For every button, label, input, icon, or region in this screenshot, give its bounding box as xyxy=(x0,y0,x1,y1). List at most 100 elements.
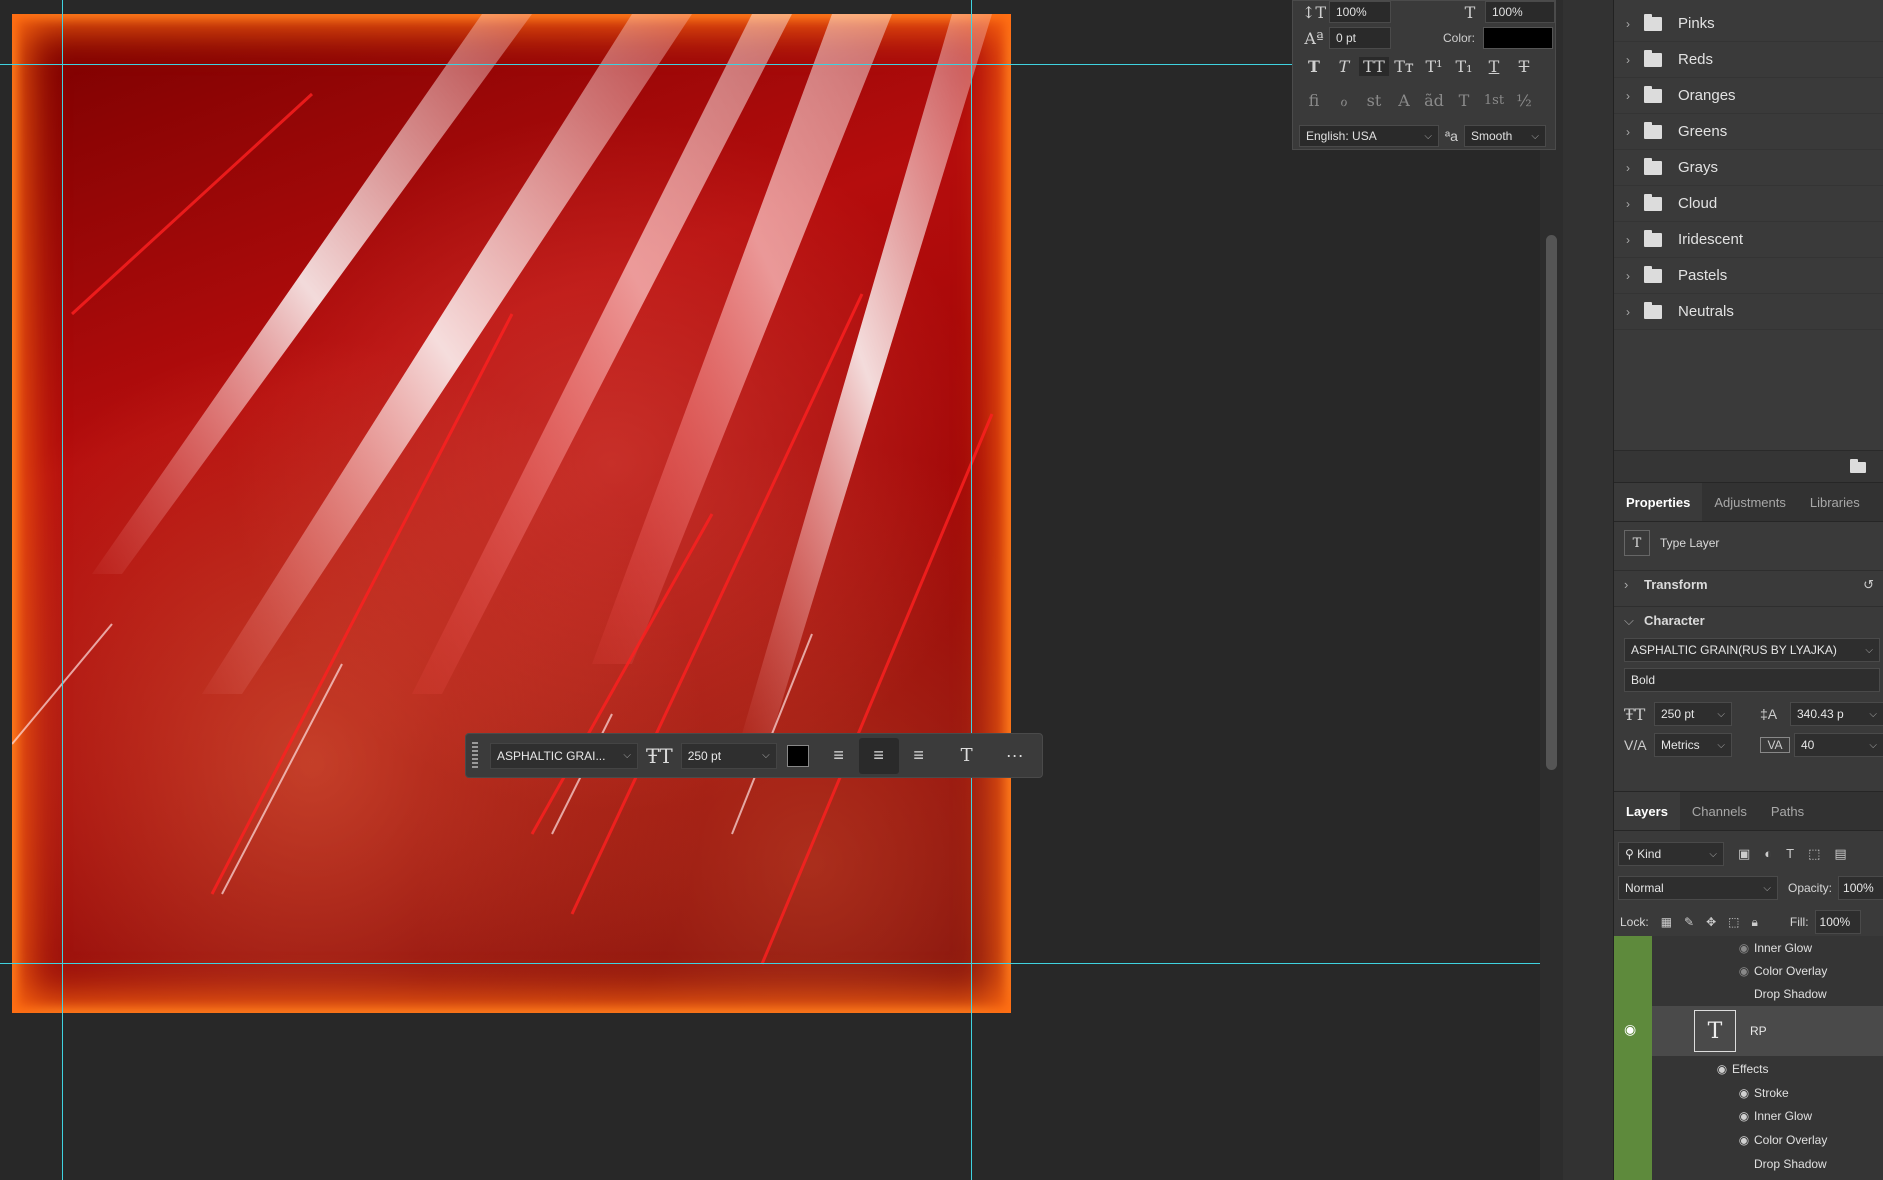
swatch-folder-pinks[interactable]: › Pinks xyxy=(1614,6,1883,42)
character-color-swatch[interactable] xyxy=(1483,27,1554,49)
character-section-header[interactable]: ⌵ Character xyxy=(1614,606,1883,634)
swatches-panel: › Pinks › Reds › Oranges › Greens › Grays › Cl… xyxy=(1614,6,1883,330)
tab-properties[interactable]: Properties xyxy=(1614,483,1703,521)
font-style-select[interactable]: Bold xyxy=(1624,668,1880,692)
small-caps-button[interactable]: Tт xyxy=(1389,57,1419,76)
eye-icon[interactable]: ◉ xyxy=(1734,1086,1754,1100)
new-folder-icon[interactable] xyxy=(1850,459,1866,473)
swatch-folder-pastels[interactable]: › Pastels xyxy=(1614,258,1883,294)
ordinals-button[interactable]: 1st xyxy=(1479,93,1509,108)
guide-vertical-right[interactable] xyxy=(971,0,972,1180)
contextual-task-bar: ASPHALTIC GRAI... ⌵ ŦT 250 pt ⌵ ≡ ≡ ≡ T … xyxy=(465,733,1043,778)
drag-handle[interactable] xyxy=(472,741,478,770)
lock-icons[interactable]: ▦✎✥⬚🔒︎ xyxy=(1661,915,1770,930)
eye-icon[interactable]: ◉ xyxy=(1734,941,1754,955)
swatch-folder-neutrals[interactable]: › Neutrals xyxy=(1614,294,1883,330)
discretionary-ligatures-button[interactable]: st xyxy=(1359,91,1389,110)
layer-effect-inner-glow-2[interactable]: ◉ Inner Glow xyxy=(1734,1104,1812,1128)
eye-icon[interactable]: ◉ xyxy=(1712,1062,1732,1076)
layer-filter-icons[interactable]: ▣◐T⬚▤ xyxy=(1738,846,1861,862)
guide-horizontal-bottom[interactable] xyxy=(0,963,1540,964)
layer-effect-drop-shadow-2[interactable]: Drop Shadow xyxy=(1754,1152,1827,1176)
artboard-image[interactable] xyxy=(12,14,1011,1013)
baseline-shift-field[interactable]: 0 pt xyxy=(1329,27,1391,49)
filter-kind-value: Kind xyxy=(1637,847,1662,861)
folder-icon xyxy=(1644,157,1662,175)
eye-icon[interactable]: ◉ xyxy=(1624,1021,1636,1038)
swatch-folder-iridescent[interactable]: › Iridescent xyxy=(1614,222,1883,258)
swash-button[interactable]: A xyxy=(1389,91,1419,110)
blend-mode-select[interactable]: Normal ⌵ xyxy=(1618,876,1778,900)
stylistic-alternates-button[interactable]: ãd xyxy=(1419,91,1449,110)
canvas-vertical-scrollbar[interactable] xyxy=(1540,0,1563,1180)
layer-filter-kind[interactable]: ⚲ Kind ⌵ xyxy=(1618,842,1724,866)
horizontal-scale-field[interactable]: 100% xyxy=(1485,1,1555,23)
font-size-select[interactable]: 250 pt ⌵ xyxy=(1654,702,1732,726)
type-layer-thumbnail[interactable]: T xyxy=(1694,1010,1736,1052)
more-options-button[interactable]: ··· xyxy=(995,738,1035,774)
superscript-button[interactable]: T¹ xyxy=(1419,57,1449,76)
layer-effects-group[interactable]: ◉ Effects xyxy=(1712,1057,1769,1081)
swatch-folder-greens[interactable]: › Greens xyxy=(1614,114,1883,150)
scrollbar-thumb[interactable] xyxy=(1546,235,1557,770)
layer-effect-color-overlay[interactable]: ◉ Color Overlay xyxy=(1734,959,1828,983)
kerning-select[interactable]: Metrics ⌵ xyxy=(1654,733,1732,757)
tab-libraries[interactable]: Libraries xyxy=(1798,483,1872,521)
layer-row-rp[interactable]: ◉ T RP xyxy=(1614,1006,1883,1056)
fill-field[interactable]: 100% xyxy=(1814,910,1861,934)
font-family-dropdown[interactable]: ASPHALTIC GRAI... ⌵ xyxy=(490,742,638,769)
search-icon: ⚲ xyxy=(1625,847,1638,861)
tracking-select[interactable]: 40 ⌵ xyxy=(1794,733,1883,757)
leading-icon: ‡A xyxy=(1760,706,1778,722)
tab-paths[interactable]: Paths xyxy=(1759,792,1816,830)
chevron-right-icon: › xyxy=(1626,232,1630,247)
vertical-scale-field[interactable]: 100% xyxy=(1329,1,1391,23)
swatch-folder-oranges[interactable]: › Oranges xyxy=(1614,78,1883,114)
language-dropdown[interactable]: English: USA ⌵ xyxy=(1299,125,1439,147)
document-canvas[interactable]: ASPHALTIC GRAI... ⌵ ŦT 250 pt ⌵ ≡ ≡ ≡ T … xyxy=(0,0,1540,1180)
swatch-folder-cloud[interactable]: › Cloud xyxy=(1614,186,1883,222)
layer-name[interactable]: RP xyxy=(1750,1024,1767,1038)
tab-adjustments[interactable]: Adjustments xyxy=(1702,483,1798,521)
align-left-button[interactable]: ≡ xyxy=(819,738,859,774)
align-right-button[interactable]: ≡ xyxy=(899,738,939,774)
chevron-down-icon: ⌵ xyxy=(1865,644,1873,656)
chevron-down-icon: ⌵ xyxy=(1869,739,1877,751)
ligatures-button[interactable]: ﬁ xyxy=(1299,91,1329,110)
align-center-button[interactable]: ≡ xyxy=(858,737,899,774)
text-options-button[interactable]: T xyxy=(947,738,987,774)
right-dock: › Pinks › Reds › Oranges › Greens › Grays › Cl… xyxy=(1613,0,1883,1180)
anti-alias-dropdown[interactable]: Smooth ⌵ xyxy=(1463,125,1546,147)
fractions-button[interactable]: ½ xyxy=(1509,91,1539,110)
faux-bold-button[interactable]: T xyxy=(1299,57,1329,76)
font-size-dropdown[interactable]: 250 pt ⌵ xyxy=(680,742,777,769)
reset-icon[interactable]: ↺ xyxy=(1863,577,1874,593)
layer-effect-color-overlay-2[interactable]: ◉ Color Overlay xyxy=(1734,1128,1828,1152)
font-family-select[interactable]: ASPHALTIC GRAIN(RUS BY LYAJKA) ⌵ xyxy=(1624,638,1880,662)
old-style-button[interactable]: ℴ xyxy=(1329,91,1359,110)
kerning-icon: V/A xyxy=(1624,737,1647,753)
subscript-button[interactable]: T₁ xyxy=(1449,57,1479,76)
all-caps-button[interactable]: TT xyxy=(1359,57,1389,76)
eye-icon[interactable]: ◉ xyxy=(1734,964,1754,978)
eye-icon[interactable]: ◉ xyxy=(1734,1133,1754,1147)
opacity-field[interactable]: 100% xyxy=(1838,876,1883,900)
guide-vertical-left[interactable] xyxy=(62,0,63,1180)
tab-channels[interactable]: Channels xyxy=(1680,792,1759,830)
text-color-swatch[interactable] xyxy=(786,744,809,767)
folder-icon xyxy=(1644,265,1662,283)
swatch-folder-grays[interactable]: › Grays xyxy=(1614,150,1883,186)
transform-section-header[interactable]: › Transform ↺ xyxy=(1614,570,1883,598)
swatch-folder-reds[interactable]: › Reds xyxy=(1614,42,1883,78)
strikethrough-button[interactable]: T xyxy=(1509,57,1539,76)
titling-alternates-button[interactable]: T xyxy=(1449,91,1479,110)
eye-icon[interactable]: ◉ xyxy=(1734,1109,1754,1123)
leading-select[interactable]: 340.43 p ⌵ xyxy=(1790,702,1883,726)
layer-effect-drop-shadow[interactable]: Drop Shadow xyxy=(1754,982,1827,1006)
faux-italic-button[interactable]: T xyxy=(1329,57,1359,76)
underline-button[interactable]: T xyxy=(1479,57,1509,76)
layer-effect-inner-glow[interactable]: ◉ Inner Glow xyxy=(1734,936,1812,960)
folder-icon xyxy=(1644,49,1662,67)
tab-layers[interactable]: Layers xyxy=(1614,792,1680,830)
layer-effect-stroke[interactable]: ◉ Stroke xyxy=(1734,1081,1789,1105)
